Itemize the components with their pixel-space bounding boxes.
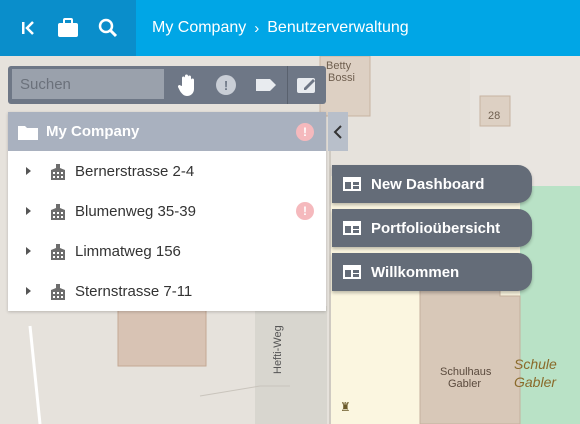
collapse-panel-button[interactable] (328, 112, 348, 151)
alert-badge-icon: ! (296, 123, 314, 141)
map-label-school: Schulhaus (440, 366, 492, 378)
dashboard-icon (343, 221, 361, 235)
filter-toolbar: ! (8, 66, 326, 104)
expand-caret-icon[interactable] (26, 167, 31, 175)
tree-item[interactable]: Blumenweg 35-39 ! (8, 191, 326, 231)
dashboard-label: Willkommen (371, 263, 460, 281)
dashboard-label: Portfolioübersicht (371, 219, 501, 237)
folder-icon (18, 125, 38, 140)
breadcrumb-page: Benutzerverwaltung (267, 19, 409, 36)
alert-icon[interactable]: ! (211, 70, 241, 100)
map-label-school-name: Schule (514, 356, 557, 372)
tree-root-label: My Company (46, 123, 140, 140)
tree-root[interactable]: My Company ! (8, 112, 326, 151)
edit-icon[interactable] (292, 70, 322, 100)
map-label-street: Hefti-Weg (272, 325, 284, 374)
building-icon (51, 244, 65, 260)
map-label-school-name-2: Gabler (514, 374, 557, 390)
dashboard-icon (343, 265, 361, 279)
tree-item[interactable]: Bernerstrasse 2-4 (8, 151, 326, 191)
playground-icon: ♜ (340, 400, 351, 414)
search-input[interactable] (12, 69, 164, 99)
expand-caret-icon[interactable] (26, 207, 31, 215)
portfolio-tree-panel: My Company ! Bernerstrasse 2-4 Blumenweg… (8, 112, 326, 311)
briefcase-icon[interactable] (54, 14, 82, 42)
map-label-house-number: 28 (488, 110, 501, 122)
building-icon (51, 164, 65, 180)
dashboard-button-portfolio[interactable]: Portfolioübersicht (332, 209, 532, 247)
building-icon (51, 204, 65, 220)
tree-item[interactable]: Sternstrasse 7-11 (8, 271, 326, 311)
dashboard-button-new[interactable]: New Dashboard (332, 165, 532, 203)
tag-icon[interactable] (251, 70, 281, 100)
tree-item-label: Limmatweg 156 (75, 242, 181, 260)
top-bar-tools (0, 0, 136, 56)
top-bar: My Company › Benutzerverwaltung (0, 0, 580, 56)
alert-badge-icon: ! (296, 202, 314, 220)
tree-item[interactable]: Limmatweg 156 (8, 231, 326, 271)
hand-icon[interactable] (172, 70, 202, 100)
search-icon[interactable] (94, 14, 122, 42)
breadcrumb: My Company › Benutzerverwaltung (152, 0, 409, 56)
chevron-left-icon (333, 124, 342, 139)
dashboard-label: New Dashboard (371, 175, 485, 193)
breadcrumb-company[interactable]: My Company (152, 19, 246, 37)
breadcrumb-separator: › (254, 19, 260, 37)
map-label-betty: Betty (326, 60, 352, 72)
dashboard-icon (343, 177, 361, 191)
dashboard-button-welcome[interactable]: Willkommen (332, 253, 532, 291)
map-label-bossi: Bossi (328, 72, 355, 84)
collapse-left-icon[interactable] (14, 14, 42, 42)
tree-item-label: Blumenweg 35-39 (75, 202, 196, 220)
map-label-school-2: Gabler (448, 378, 482, 390)
toolbar-divider (287, 66, 288, 104)
expand-caret-icon[interactable] (26, 247, 31, 255)
expand-caret-icon[interactable] (26, 287, 31, 295)
tree-item-label: Sternstrasse 7-11 (75, 282, 193, 300)
building-icon (51, 284, 65, 300)
tree-item-label: Bernerstrasse 2-4 (75, 162, 195, 180)
